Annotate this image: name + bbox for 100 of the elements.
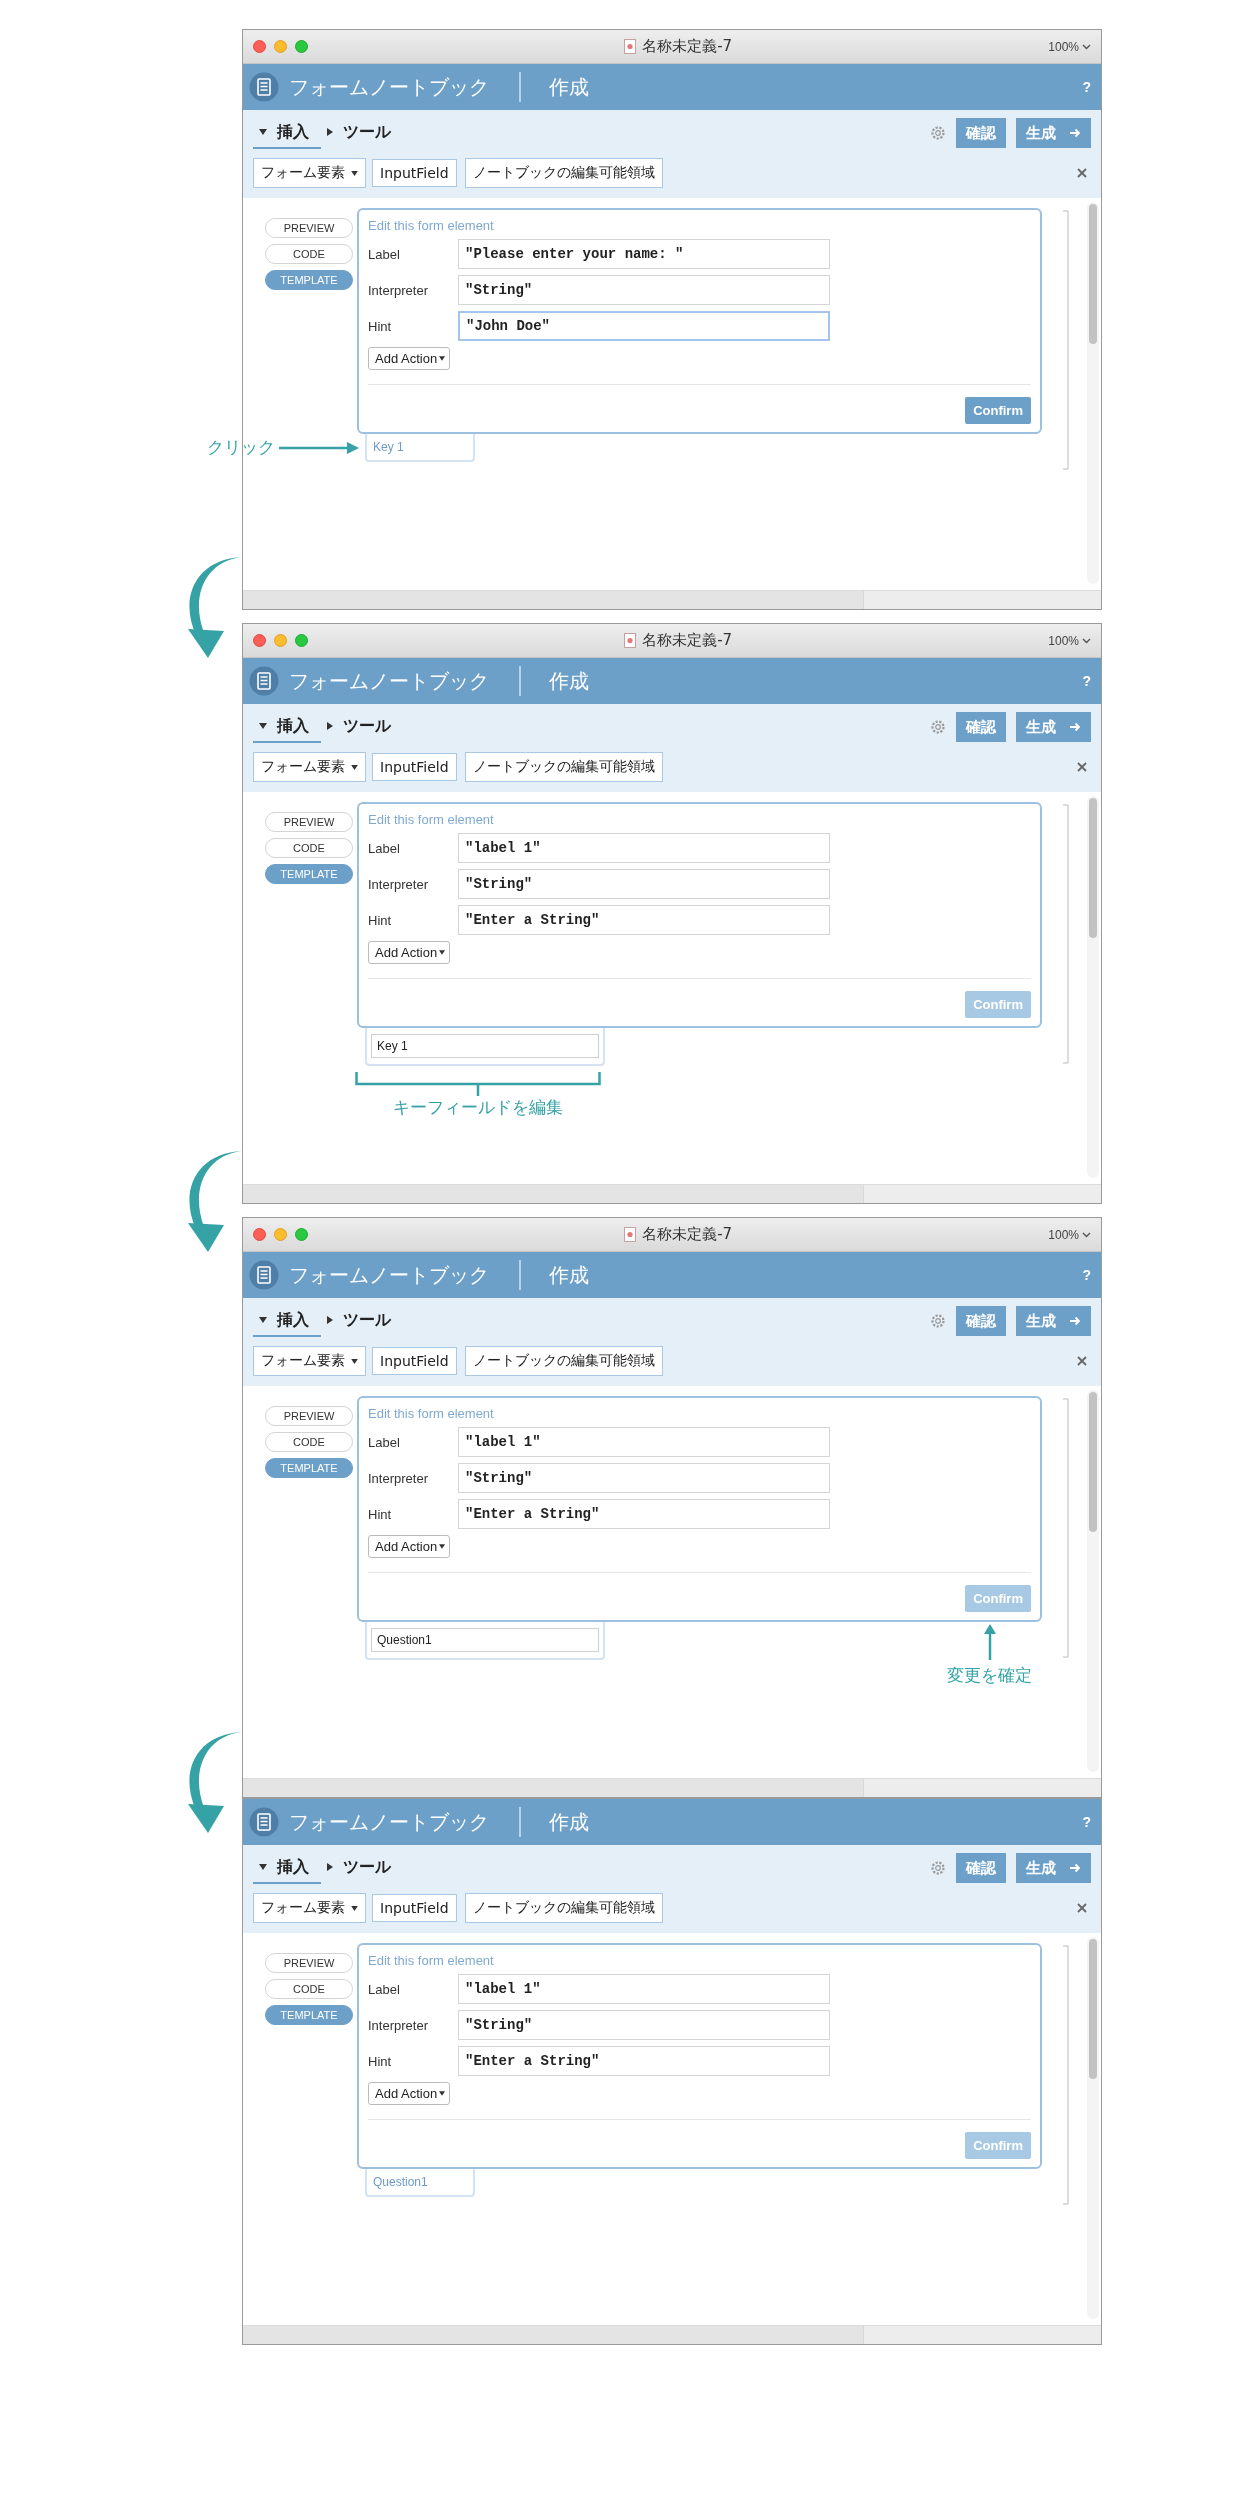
zoom-window-icon[interactable] (295, 1228, 308, 1241)
input-field[interactable]: "label 1" (458, 1974, 830, 2004)
add-action-button[interactable]: Add Action (368, 347, 451, 370)
breadcrumb-item[interactable]: InputField (372, 159, 457, 187)
breadcrumb-item[interactable]: ノートブックの編集可能領域 (464, 752, 663, 782)
breadcrumb-item[interactable]: ノートブックの編集可能領域 (464, 1893, 663, 1923)
breadcrumb-item[interactable]: ノートブックの編集可能領域 (464, 1346, 663, 1376)
vertical-scrollbar[interactable] (1087, 1937, 1099, 2319)
notebook-icon (249, 72, 279, 102)
arrow-right-icon (1070, 128, 1081, 138)
zoom-level[interactable]: 100% (1048, 39, 1079, 54)
toolbar-tab[interactable]: ツール (321, 117, 403, 149)
field-label: Hint (368, 1506, 393, 1522)
caret-down-icon (259, 1317, 267, 1323)
breadcrumb-item[interactable]: フォーム要素 (253, 1346, 366, 1376)
field-label: Label (368, 1434, 401, 1450)
view-mode-tab[interactable]: CODE (265, 838, 353, 858)
field-label: Interpreter (368, 876, 429, 892)
close-window-icon[interactable] (253, 1228, 266, 1241)
input-field[interactable]: "John Doe" (458, 311, 830, 341)
toolbar-tab[interactable]: 挿入 (253, 711, 321, 743)
caret-right-icon (327, 1316, 333, 1324)
horizontal-scrollbar[interactable] (243, 590, 1101, 609)
settings-icon[interactable] (930, 125, 946, 141)
arrow-right-icon (279, 441, 359, 454)
breadcrumb-item[interactable]: フォーム要素 (253, 158, 366, 188)
close-icon[interactable] (1077, 1903, 1087, 1913)
view-mode-tab[interactable]: PREVIEW (265, 812, 353, 832)
view-mode-tab[interactable]: PREVIEW (265, 1953, 353, 1973)
breadcrumb-item[interactable]: InputField (372, 753, 457, 781)
zoom-window-icon[interactable] (295, 634, 308, 647)
minimize-window-icon[interactable] (274, 634, 287, 647)
breadcrumb-item[interactable]: InputField (372, 1347, 457, 1375)
settings-icon[interactable] (930, 719, 946, 735)
breadcrumb-item[interactable]: フォーム要素 (253, 752, 366, 782)
vertical-scrollbar[interactable] (1087, 796, 1099, 1178)
field-label: Interpreter (368, 2017, 429, 2033)
add-action-button[interactable]: Add Action (368, 2082, 451, 2105)
input-field[interactable]: "String" (458, 869, 830, 899)
vertical-scrollbar[interactable] (1087, 202, 1099, 584)
add-action-button[interactable]: Add Action (368, 1535, 451, 1558)
view-mode-tab[interactable]: CODE (265, 1979, 353, 1999)
notebook-icon (249, 1260, 279, 1290)
settings-icon[interactable] (930, 1313, 946, 1329)
close-icon[interactable] (1077, 762, 1087, 772)
input-field[interactable]: "String" (458, 1463, 830, 1493)
toolbar-tab[interactable]: 挿入 (253, 117, 321, 149)
annotation-text: クリック (207, 436, 275, 459)
bracket-icon (355, 1072, 601, 1096)
resize-bracket-icon (1063, 210, 1069, 470)
add-action-button[interactable]: Add Action (368, 941, 451, 964)
breadcrumb-item[interactable]: ノートブックの編集可能領域 (464, 158, 663, 188)
close-window-icon[interactable] (253, 634, 266, 647)
minimize-window-icon[interactable] (274, 40, 287, 53)
input-field[interactable]: "String" (458, 2010, 830, 2040)
vertical-scrollbar[interactable] (1087, 1390, 1099, 1772)
zoom-window-icon[interactable] (295, 40, 308, 53)
key-input-field[interactable]: Key 1 (371, 1034, 599, 1058)
caret-down-icon (439, 356, 446, 361)
horizontal-scrollbar[interactable] (243, 1778, 1101, 1797)
view-mode-tab[interactable]: PREVIEW (265, 1406, 353, 1426)
zoom-level[interactable]: 100% (1048, 633, 1079, 648)
view-mode-tab[interactable]: CODE (265, 1432, 353, 1452)
toolbar-tab[interactable]: ツール (321, 1852, 403, 1884)
toolbar-tab[interactable]: ツール (321, 1305, 403, 1337)
resize-bracket-icon (1063, 804, 1069, 1064)
caret-down-icon (351, 1905, 358, 1911)
view-mode-tab[interactable]: PREVIEW (265, 218, 353, 238)
close-icon[interactable] (1077, 168, 1087, 178)
input-field[interactable]: "Enter a String" (458, 905, 830, 935)
field-label: Interpreter (368, 282, 429, 298)
toolbar-tab[interactable]: 挿入 (253, 1305, 321, 1337)
zoom-level[interactable]: 100% (1048, 1227, 1079, 1242)
horizontal-scrollbar[interactable] (243, 1184, 1101, 1203)
app-name: フォームノートブック (289, 73, 489, 101)
window-title: 名称未定義-7 (642, 631, 733, 650)
key-input-field[interactable]: Question1 (371, 1628, 599, 1652)
minimize-window-icon[interactable] (274, 1228, 287, 1241)
input-field[interactable]: "label 1" (458, 833, 830, 863)
field-label: Interpreter (368, 1470, 429, 1486)
toolbar-tab[interactable]: ツール (321, 711, 403, 743)
caret-right-icon (327, 722, 333, 730)
close-icon[interactable] (1077, 1356, 1087, 1366)
toolbar-tab[interactable]: 挿入 (253, 1852, 321, 1884)
horizontal-scrollbar[interactable] (243, 2325, 1101, 2344)
input-field[interactable]: "label 1" (458, 1427, 830, 1457)
input-field[interactable]: "Enter a String" (458, 1499, 830, 1529)
document-icon (624, 1227, 637, 1242)
breadcrumb-item[interactable]: InputField (372, 1894, 457, 1922)
close-window-icon[interactable] (253, 40, 266, 53)
input-field[interactable]: "String" (458, 275, 830, 305)
chevron-down-icon[interactable] (1082, 43, 1091, 50)
view-mode-tab[interactable]: CODE (265, 244, 353, 264)
chevron-down-icon[interactable] (1082, 637, 1091, 644)
chevron-down-icon[interactable] (1082, 1231, 1091, 1238)
input-field[interactable]: "Please enter your name: " (458, 239, 830, 269)
input-field[interactable]: "Enter a String" (458, 2046, 830, 2076)
panel-title: Edit this form element (368, 1406, 495, 1421)
breadcrumb-item[interactable]: フォーム要素 (253, 1893, 366, 1923)
settings-icon[interactable] (930, 1860, 946, 1876)
